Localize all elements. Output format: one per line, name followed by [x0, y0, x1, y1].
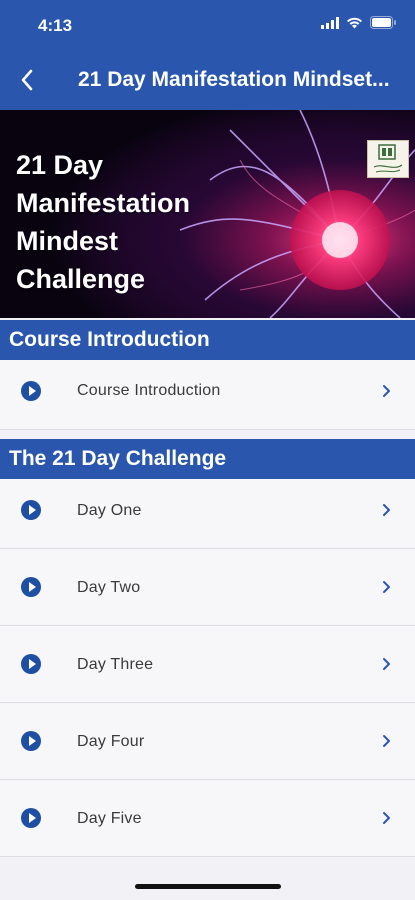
chevron-right-icon: [383, 385, 390, 397]
lesson-label: Course Introduction: [77, 382, 221, 399]
status-time: 4:13: [38, 16, 73, 35]
banner-line: Mindest: [16, 226, 119, 256]
lesson-row-day-five[interactable]: Day Five: [0, 780, 415, 857]
lesson-row-course-introduction[interactable]: Course Introduction: [0, 360, 415, 430]
lesson-row-day-three[interactable]: Day Three: [0, 626, 415, 703]
play-icon: [21, 577, 41, 597]
lesson-row-day-one[interactable]: Day One: [0, 479, 415, 549]
nav-bar: 21 Day Manifestation Mindset...: [0, 55, 415, 105]
section-header-21-day-challenge: The 21 Day Challenge: [0, 439, 415, 479]
top-bar: 4:13 21 Day Manifestation Mindset...: [0, 0, 415, 110]
lesson-label: Day Two: [77, 579, 141, 596]
home-indicator[interactable]: [135, 884, 281, 889]
chevron-right-icon: [383, 658, 390, 670]
status-bar: 4:13: [0, 0, 415, 50]
banner-line: Manifestation: [16, 188, 191, 218]
lesson-label: Day Four: [77, 733, 145, 750]
play-icon: [21, 731, 41, 751]
section-header-course-introduction: Course Introduction: [0, 320, 415, 360]
battery-icon: [370, 16, 396, 29]
banner-line: 21 Day: [16, 150, 104, 180]
logo-graphic: [373, 144, 403, 173]
course-banner: 21 Day Manifestation Mindest Challenge: [0, 110, 415, 318]
signal-icon: [321, 16, 339, 29]
status-icons: [321, 16, 397, 29]
play-icon: [21, 808, 41, 828]
chevron-right-icon: [383, 581, 390, 593]
lesson-row-day-two[interactable]: Day Two: [0, 549, 415, 626]
wifi-icon: [347, 17, 362, 28]
chevron-left-icon: [21, 69, 33, 91]
lesson-label: Day Three: [77, 656, 154, 673]
play-icon: [21, 654, 41, 674]
lesson-label: Day Five: [77, 810, 142, 827]
academy-logo: [367, 140, 409, 178]
banner-title: 21 Day Manifestation Mindest Challenge: [16, 146, 190, 298]
chevron-right-icon: [383, 812, 390, 824]
play-icon: [21, 500, 41, 520]
banner-line: Challenge: [16, 264, 146, 294]
lesson-row-day-four[interactable]: Day Four: [0, 703, 415, 780]
play-icon: [21, 381, 41, 401]
lesson-label: Day One: [77, 502, 142, 519]
chevron-right-icon: [383, 504, 390, 516]
page-title: 21 Day Manifestation Mindset...: [78, 68, 390, 91]
back-button[interactable]: [12, 63, 42, 97]
chevron-right-icon: [383, 735, 390, 747]
